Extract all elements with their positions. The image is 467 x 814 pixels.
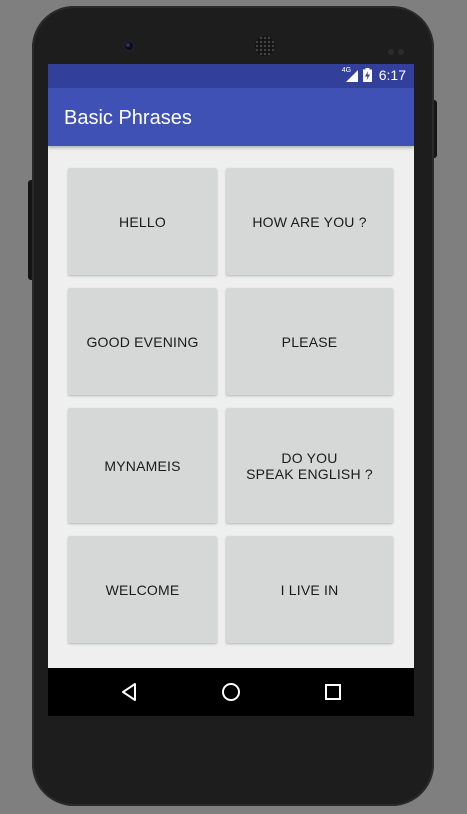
clock: 6:17 xyxy=(378,67,406,83)
app-bar: Basic Phrases xyxy=(48,88,414,146)
screen: 4G 6:17 Basic Phrases HELLO HOW ARE YOU … xyxy=(48,64,414,716)
phrase-button-please[interactable]: PLEASE xyxy=(226,288,393,395)
phrase-grid: HELLO HOW ARE YOU ? GOOD EVENING PLEASE … xyxy=(68,168,394,646)
phrase-button-my-name-is[interactable]: MYNAMEIS xyxy=(68,408,217,523)
phrase-button-how-are-you[interactable]: HOW ARE YOU ? xyxy=(226,168,393,275)
recents-icon[interactable] xyxy=(321,680,345,704)
phrase-button-do-you-speak-english[interactable]: DO YOU SPEAK ENGLISH ? xyxy=(226,408,393,523)
status-bar: 4G 6:17 xyxy=(48,64,414,88)
status-icons: 4G 6:17 xyxy=(341,67,406,83)
navigation-bar xyxy=(48,668,414,716)
phrase-button-good-evening[interactable]: GOOD EVENING xyxy=(68,288,217,395)
phrase-button-welcome[interactable]: WELCOME xyxy=(68,536,217,643)
page-title: Basic Phrases xyxy=(64,107,192,129)
front-camera xyxy=(123,40,135,52)
phrase-button-i-live-in[interactable]: I LIVE IN xyxy=(226,536,393,643)
back-icon[interactable] xyxy=(118,680,142,704)
network-type: 4G xyxy=(341,67,352,74)
home-icon[interactable] xyxy=(219,680,243,704)
phrase-button-hello[interactable]: HELLO xyxy=(68,168,217,275)
battery-charging-icon xyxy=(362,68,372,82)
signal-icon: 4G xyxy=(341,67,358,82)
earpiece-speaker xyxy=(255,36,275,56)
proximity-sensors xyxy=(388,42,410,55)
